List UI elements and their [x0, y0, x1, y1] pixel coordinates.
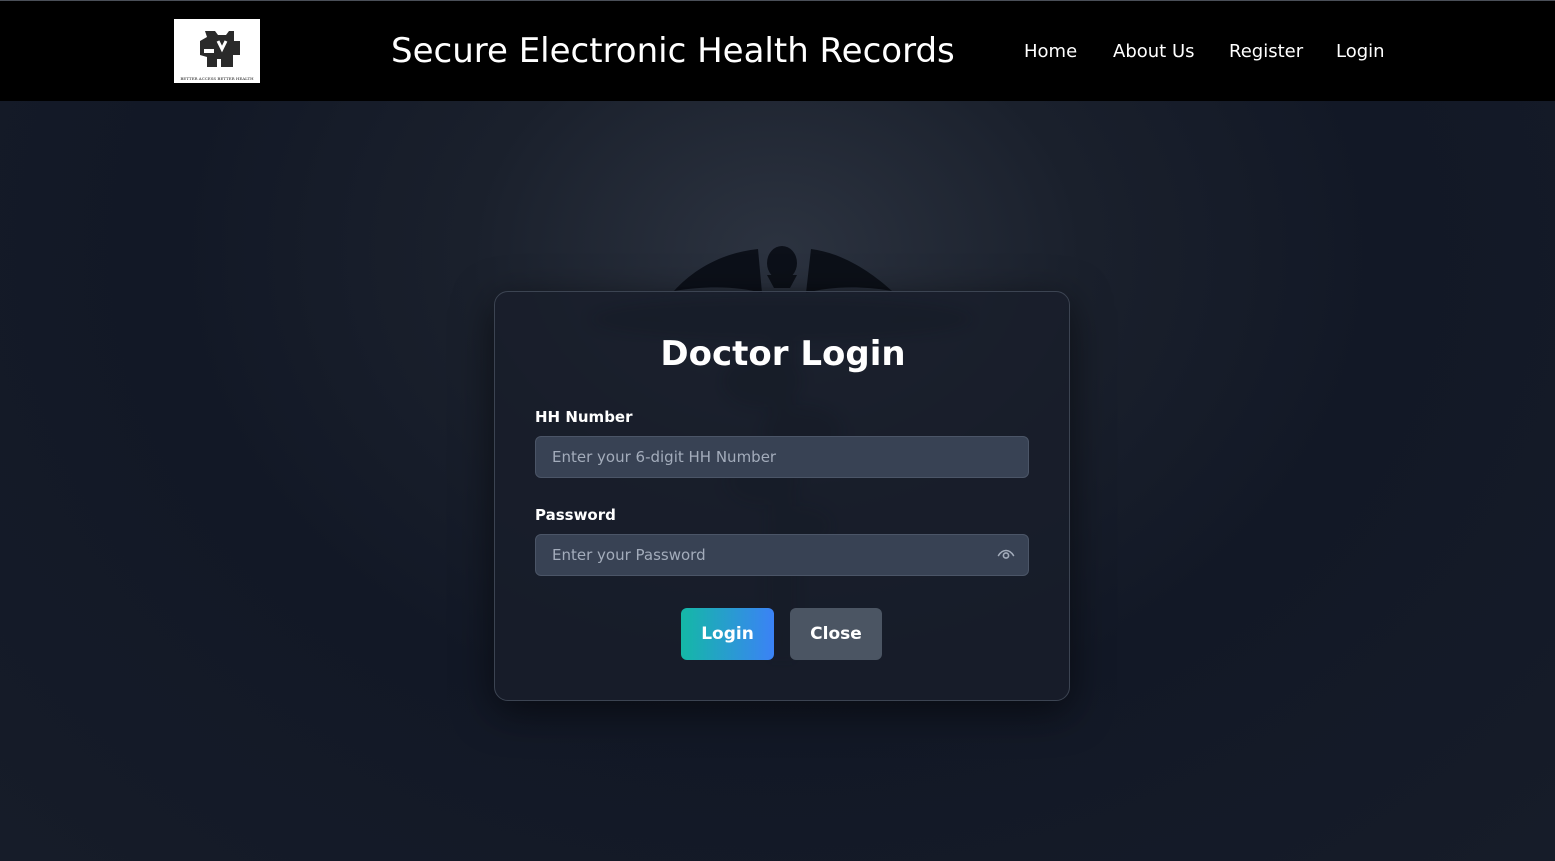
- login-button[interactable]: Login: [681, 608, 774, 660]
- hh-number-input[interactable]: [535, 436, 1029, 478]
- logo-tagline: BETTER ACCESS BETTER HEALTH: [180, 76, 254, 81]
- top-navbar: BETTER ACCESS BETTER HEALTH Secure Elect…: [0, 0, 1555, 101]
- eye-icon[interactable]: [997, 546, 1015, 564]
- form-title: Doctor Login: [660, 334, 906, 374]
- nav-home-link[interactable]: Home: [1024, 41, 1077, 62]
- login-card: Doctor Login HH Number Password Login Cl…: [494, 291, 1070, 701]
- site-title: Secure Electronic Health Records: [391, 31, 955, 71]
- nav-register-link[interactable]: Register: [1229, 41, 1303, 62]
- medical-bag-icon: [200, 31, 240, 67]
- nav-about-link[interactable]: About Us: [1113, 41, 1195, 62]
- password-label: Password: [535, 506, 616, 524]
- site-logo[interactable]: BETTER ACCESS BETTER HEALTH: [174, 19, 260, 83]
- nav-login-link[interactable]: Login: [1336, 41, 1385, 62]
- password-input[interactable]: [535, 534, 1029, 576]
- close-button[interactable]: Close: [790, 608, 882, 660]
- hh-number-label: HH Number: [535, 408, 633, 426]
- page-background: Doctor Login HH Number Password Login Cl…: [0, 101, 1555, 861]
